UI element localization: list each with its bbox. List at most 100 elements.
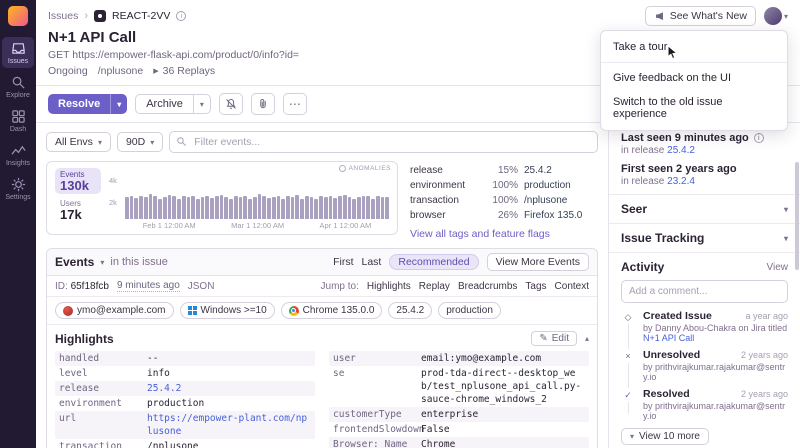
highlight-row: release 25.4.2 (55, 381, 315, 396)
jump-highlights[interactable]: Highlights (367, 281, 411, 292)
last-seen-release-link[interactable]: 25.4.2 (667, 145, 695, 156)
comment-input[interactable] (621, 280, 788, 303)
chevron-down-icon[interactable]: ▾ (100, 258, 104, 267)
pencil-icon: ✎ (539, 333, 548, 344)
activity-item: ✓ Resolved 2 years ago by prithvirajkuma… (621, 385, 788, 424)
browser-chip[interactable]: Chrome 135.0.0 (280, 302, 383, 319)
gear-icon (11, 177, 25, 192)
issue-tracking-section-toggle[interactable]: Issue Tracking ▾ (621, 231, 788, 245)
jira-issue-link[interactable]: N+1 API Call (643, 333, 694, 343)
event-chart-plot: 4k 2k Feb 1 12:00 AM Mar 1 12:00 AM Apr … (109, 168, 390, 230)
users-stat-toggle[interactable]: Users 17k (55, 197, 101, 223)
first-seen-block: First seen 2 years ago in release 23.2.4 (621, 163, 737, 187)
search-icon (177, 137, 187, 146)
event-context-chips: ymo@example.com Windows >=10 Chrome 135.… (47, 297, 597, 325)
recommended-pill[interactable]: Recommended (389, 254, 479, 270)
resolve-dropdown-icon[interactable]: ▾ (110, 94, 127, 114)
chevron-down-icon: ▾ (783, 204, 788, 214)
sidebar-item-insights[interactable]: Insights (2, 139, 34, 170)
seer-section-toggle[interactable]: Seer ▾ (621, 202, 788, 216)
last-seen-title: Last seen 9 minutes ago (621, 132, 749, 144)
jump-context[interactable]: Context (555, 281, 589, 292)
archive-dropdown-icon[interactable]: ▾ (192, 95, 210, 113)
user-avatar-icon (63, 305, 73, 316)
chevron-down-icon: ▾ (783, 233, 788, 243)
subscribe-button[interactable] (218, 93, 243, 115)
date-range-filter[interactable]: 90D ▾ (116, 132, 164, 152)
release-chip[interactable]: 25.4.2 (388, 302, 433, 319)
sidebar-item-label: Explore (6, 92, 30, 99)
play-icon: ▶ (153, 68, 159, 75)
archive-button[interactable]: Archive ▾ (135, 94, 211, 114)
os-chip[interactable]: Windows >=10 (179, 302, 275, 319)
x-axis-labels: Feb 1 12:00 AM Mar 1 12:00 AM Apr 1 12:0… (142, 221, 372, 230)
attachments-button[interactable] (250, 93, 275, 115)
first-event-link[interactable]: First (333, 256, 353, 268)
events-stat-toggle[interactable]: Events 130k (55, 168, 101, 194)
bell-icon (226, 99, 236, 109)
event-id[interactable]: 65f18fcb (71, 281, 109, 292)
whats-new-button[interactable]: See What's New (644, 6, 756, 26)
view-more-activity-button[interactable]: ▾ View 10 more (621, 428, 709, 445)
jump-to-label: Jump to: (320, 280, 359, 292)
sidebar-item-issues[interactable]: Issues (2, 37, 34, 68)
insights-icon (10, 145, 26, 155)
event-bar-chart[interactable] (125, 168, 390, 219)
breadcrumb: Issues › REACT-2VV See What's New ▾ (48, 6, 788, 26)
sidebar-item-dash[interactable]: Dash (2, 105, 34, 136)
event-timestamp[interactable]: 9 minutes ago (116, 280, 180, 292)
divider (601, 62, 787, 63)
user-chip[interactable]: ymo@example.com (55, 302, 174, 319)
scrollbar-thumb[interactable] (795, 162, 799, 270)
activity-view-dropdown[interactable]: View (767, 262, 789, 273)
view-all-tags-link[interactable]: View all tags and feature flags (410, 228, 606, 240)
ellipsis-icon: ⋯ (288, 97, 301, 111)
events-card: Events ▾ in this issue First Last Recomm… (46, 248, 598, 448)
first-seen-title: First seen 2 years ago (621, 163, 737, 175)
info-icon[interactable] (753, 133, 764, 143)
search-input[interactable] (169, 131, 598, 153)
sidebar-item-label: Insights (5, 160, 31, 167)
user-menu-button[interactable]: ▾ (763, 7, 788, 25)
menu-item-give-feedback[interactable]: Give feedback on the UI (601, 66, 787, 90)
collapse-icon[interactable]: ▴ (585, 334, 589, 343)
view-more-events-button[interactable]: View More Events (486, 253, 589, 271)
sidebar-item-explore[interactable]: Explore (2, 71, 34, 102)
environment-filter[interactable]: All Envs ▾ (46, 132, 111, 152)
app-sidebar: Issues Explore Dash Insights Settings (0, 0, 36, 448)
last-seen-block: Last seen 9 minutes ago in release 25.4.… (621, 132, 788, 156)
menu-item-switch-old-experience[interactable]: Switch to the old issue experience (601, 90, 787, 126)
last-event-link[interactable]: Last (362, 256, 382, 268)
issue-sidebar: Last seen 9 minutes ago in release 25.4.… (608, 123, 800, 448)
menu-item-take-a-tour[interactable]: Take a tour (601, 35, 787, 59)
environment-chip[interactable]: production (438, 302, 501, 319)
event-column: All Envs▾ 90D▾ ANOMALIES (36, 123, 608, 448)
sidebar-item-settings[interactable]: Settings (2, 173, 34, 204)
jump-breadcrumbs[interactable]: Breadcrumbs (458, 281, 517, 292)
jump-replay[interactable]: Replay (419, 281, 450, 292)
highlights-title: Highlights (55, 331, 114, 346)
sidebar-item-label: Settings (5, 194, 31, 201)
replays-link[interactable]: ▶ 36 Replays (153, 65, 215, 77)
check-icon: ✓ (621, 388, 635, 402)
activity-title: Activity (621, 260, 665, 274)
info-icon[interactable] (176, 11, 187, 21)
sentry-logo[interactable] (8, 6, 28, 26)
json-link[interactable]: JSON (188, 281, 215, 292)
first-seen-release-link[interactable]: 23.2.4 (667, 176, 695, 187)
resolve-button[interactable]: Resolve ▾ (48, 94, 128, 114)
jump-tags[interactable]: Tags (525, 281, 546, 292)
more-actions-button[interactable]: ⋯ (282, 93, 307, 115)
project-name[interactable]: REACT-2VV (112, 10, 170, 22)
highlight-row: Browser: Name Chrome (329, 437, 589, 448)
highlight-row: level info (59, 368, 170, 379)
highlight-row: url https://empower-plant.com/nplusone (55, 411, 315, 439)
breadcrumb-issues-link[interactable]: Issues (48, 10, 78, 22)
events-section-title[interactable]: Events (55, 255, 94, 269)
x-icon: × (621, 349, 635, 363)
edit-highlights-button[interactable]: ✎ Edit (531, 331, 577, 346)
highlights-left-column: handled -- level info release 25.4.2 enviro… (55, 351, 315, 448)
sidebar-item-label: Dash (9, 126, 27, 133)
event-id-label: ID: (55, 280, 68, 292)
highlight-row: user email:ymo@example.com (329, 351, 589, 366)
